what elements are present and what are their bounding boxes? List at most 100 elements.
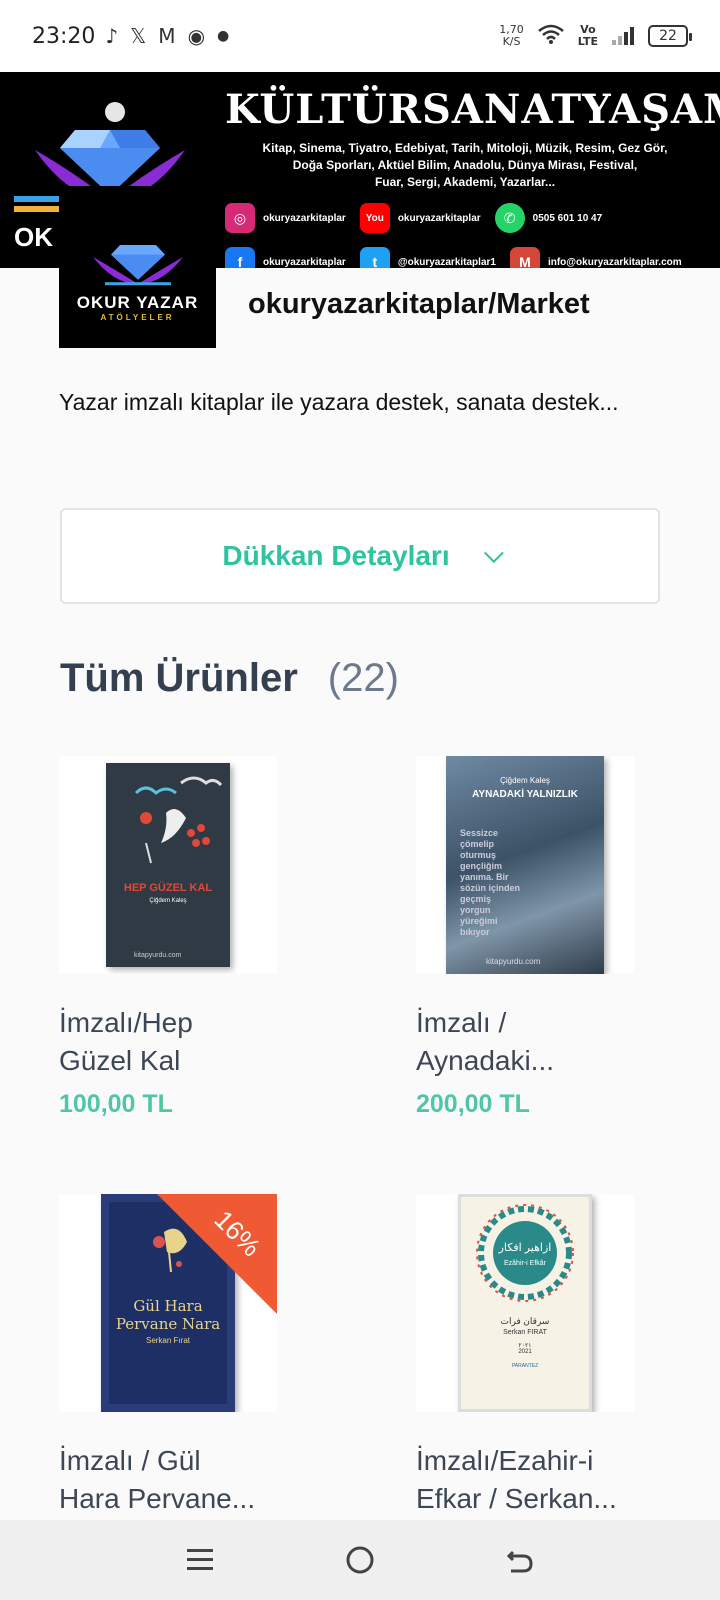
product-image[interactable]: HEP GÜZEL KAL Çiğdem Kaleş kitapyurdu.co… <box>59 756 277 974</box>
product-image[interactable]: Gül Hara Pervane Nara Serkan Fırat 16% <box>59 1194 277 1412</box>
social-youtube: You okuryazarkitaplar <box>359 203 481 233</box>
twitter-icon: t <box>359 247 390 268</box>
status-bar: 23:20 ♪ 𝕏 M ◉ ● 1,70 K/S Vo LTE 22 <box>0 0 720 72</box>
book-cover: Çiğdem Kaleş AYNADAKİ YALNIZLIK Sessizce… <box>446 756 604 974</box>
product-name[interactable]: İmzalı / Aynadaki... <box>416 1004 716 1080</box>
book-author: Çiğdem Kaleş <box>149 898 187 904</box>
book-publisher: PARANTEZ <box>511 1363 539 1369</box>
signal-icon <box>612 27 634 45</box>
section-title: Tüm Ürünler <box>60 656 298 700</box>
back-icon[interactable] <box>500 1540 540 1580</box>
banner-title: KÜLTÜR SANAT YAŞAM <box>225 86 720 133</box>
book-footer: kitapyurdu.com <box>134 952 182 959</box>
product-card[interactable]: HEP GÜZEL KAL Çiğdem Kaleş kitapyurdu.co… <box>59 756 359 1119</box>
product-name-line: İmzalı / Gül <box>59 1445 201 1476</box>
book-year: 2021 <box>518 1349 532 1355</box>
book-arabic-author: سرقان فرات <box>500 1316 550 1326</box>
store-logo: OKUR YAZAR ATÖLYELER <box>59 186 216 348</box>
product-name-line: İmzalı/Hep <box>59 1007 193 1038</box>
banner-subtitle-line: Doğa Sporları, Aktüel Bilim, Anadolu, Dü… <box>292 158 638 172</box>
store-title: okuryazarkitaplar/Market <box>248 288 590 320</box>
status-time: 23:20 <box>32 23 96 49</box>
product-price: 100,00 TL <box>59 1090 173 1118</box>
social-instagram: ◎ okuryazarkitaplar <box>225 203 346 233</box>
product-name-line: İmzalı/Ezahir-i <box>416 1445 594 1476</box>
product-name-line: Hara Pervane... <box>59 1483 256 1514</box>
banner-social-links: ◎ okuryazarkitaplar You okuryazarkitapla… <box>225 196 720 268</box>
x-icon: 𝕏 <box>130 24 147 48</box>
book-title-line: Pervane Nara <box>115 1315 221 1333</box>
chrome-icon: ◉ <box>187 24 206 48</box>
social-text: okuryazarkitaplar <box>397 212 481 224</box>
home-icon[interactable] <box>340 1540 380 1580</box>
banner-stripe <box>14 206 64 212</box>
social-whatsapp: ✆ 0505 601 10 47 <box>494 203 603 233</box>
banner-subtitle-line: Fuar, Sergi, Akademi, Yazarlar... <box>374 175 556 189</box>
banner-stripe <box>14 196 64 202</box>
volte-indicator: Vo LTE <box>578 24 598 48</box>
book-subtitle: Ezâhir-i Efkâr <box>504 1260 547 1267</box>
product-image[interactable]: ازاهير افكار Ezâhir-i Efkâr سرقان فرات S… <box>416 1194 634 1412</box>
product-card[interactable]: Gül Hara Pervane Nara Serkan Fırat 16% İ… <box>59 1194 359 1518</box>
bird-illustration-icon <box>134 776 223 864</box>
book-cover: ازاهير افكار Ezâhir-i Efkâr سرقان فرات S… <box>458 1194 592 1412</box>
book-title: AYNADAKİ YALNIZLIK <box>472 789 578 800</box>
store-details-label: Dükkan Detayları <box>222 540 450 571</box>
product-card[interactable]: ازاهير افكار Ezâhir-i Efkâr سرقان فرات S… <box>416 1194 716 1518</box>
discount-badge: 16% <box>157 1194 277 1314</box>
product-name[interactable]: İmzalı/Hep Güzel Kal <box>59 1004 359 1080</box>
product-price: 200,00 TL <box>416 1090 530 1118</box>
dot-icon: ● <box>217 28 230 44</box>
social-mail: M info@okuryazarkitaplar.com <box>509 247 682 268</box>
youtube-icon: You <box>359 203 390 233</box>
product-name-line: İmzalı / <box>416 1007 507 1038</box>
logo-subtitle: ATÖLYELER <box>100 313 175 322</box>
social-twitter: t @okuryazarkitaplar1 <box>359 247 496 268</box>
product-card[interactable]: Çiğdem Kaleş AYNADAKİ YALNIZLIK Sessizce… <box>416 756 716 1119</box>
volte-bottom: LTE <box>577 35 598 48</box>
social-text: okuryazarkitaplar <box>263 212 346 224</box>
social-facebook: f okuryazarkitaplar <box>225 247 346 268</box>
tiktok-icon: ♪ <box>105 24 119 48</box>
system-nav-bar <box>0 1520 720 1600</box>
chevron-down-icon <box>483 543 504 564</box>
book-cover: HEP GÜZEL KAL Çiğdem Kaleş kitapyurdu.co… <box>106 763 230 967</box>
social-text: info@okuryazarkitaplar.com <box>547 256 682 268</box>
facebook-icon: f <box>225 247 255 268</box>
book-arabic-title: ازاهير افكار <box>498 1242 552 1254</box>
book-footer: kitapyurdu.com <box>486 957 541 966</box>
whatsapp-icon: ✆ <box>494 203 525 233</box>
wifi-icon <box>537 24 564 48</box>
banner-left-label: OK <box>14 222 53 252</box>
book-blurb: Sessizce çömelip oturmuş gençliğim yanım… <box>460 828 521 937</box>
product-image[interactable]: Çiğdem Kaleş AYNADAKİ YALNIZLIK Sessizce… <box>416 756 634 974</box>
instagram-icon: ◎ <box>225 203 255 233</box>
banner-subtitle-line: Kitap, Sinema, Tiyatro, Edebiyat, Tarih,… <box>262 141 668 155</box>
banner-subtitle: Kitap, Sinema, Tiyatro, Edebiyat, Tarih,… <box>225 140 705 191</box>
social-text: 0505 601 10 47 <box>532 212 603 224</box>
product-count: (22) <box>327 656 399 700</box>
speed-unit: K/S <box>502 35 521 48</box>
all-products-heading: Tüm Ürünler (22) <box>60 656 399 701</box>
battery-level: 22 <box>659 28 677 44</box>
store-details-button[interactable]: Dükkan Detayları <box>60 508 660 604</box>
product-name-line: Aynadaki... <box>416 1045 555 1076</box>
product-name[interactable]: İmzalı/Ezahir-i Efkar / Serkan... <box>416 1442 716 1518</box>
social-row: ◎ okuryazarkitaplar You okuryazarkitapla… <box>225 196 720 240</box>
mail-icon: M <box>509 247 540 268</box>
store-description: Yazar imzalı kitaplar ile yazara destek,… <box>59 389 619 415</box>
notification-icons: ♪ 𝕏 M ◉ ● <box>105 24 229 48</box>
book-author: Serkan FIRAT <box>503 1329 547 1336</box>
logo-name: OKUR YAZAR <box>76 293 199 312</box>
product-name-line: Güzel Kal <box>59 1045 181 1076</box>
menu-icon[interactable] <box>180 1540 220 1580</box>
battery-icon: 22 <box>648 25 692 47</box>
network-speed: 1,70 K/S <box>499 24 524 48</box>
social-text: @okuryazarkitaplar1 <box>397 256 496 268</box>
product-name[interactable]: İmzalı / Gül Hara Pervane... <box>59 1442 359 1518</box>
ornament-icon: ازاهير افكار Ezâhir-i Efkâr <box>476 1204 574 1302</box>
book-author: Serkan Fırat <box>145 1336 190 1345</box>
book-title: HEP GÜZEL KAL <box>123 882 213 894</box>
social-text: okuryazarkitaplar <box>263 256 346 268</box>
banner-title-word: SANAT <box>421 86 583 133</box>
